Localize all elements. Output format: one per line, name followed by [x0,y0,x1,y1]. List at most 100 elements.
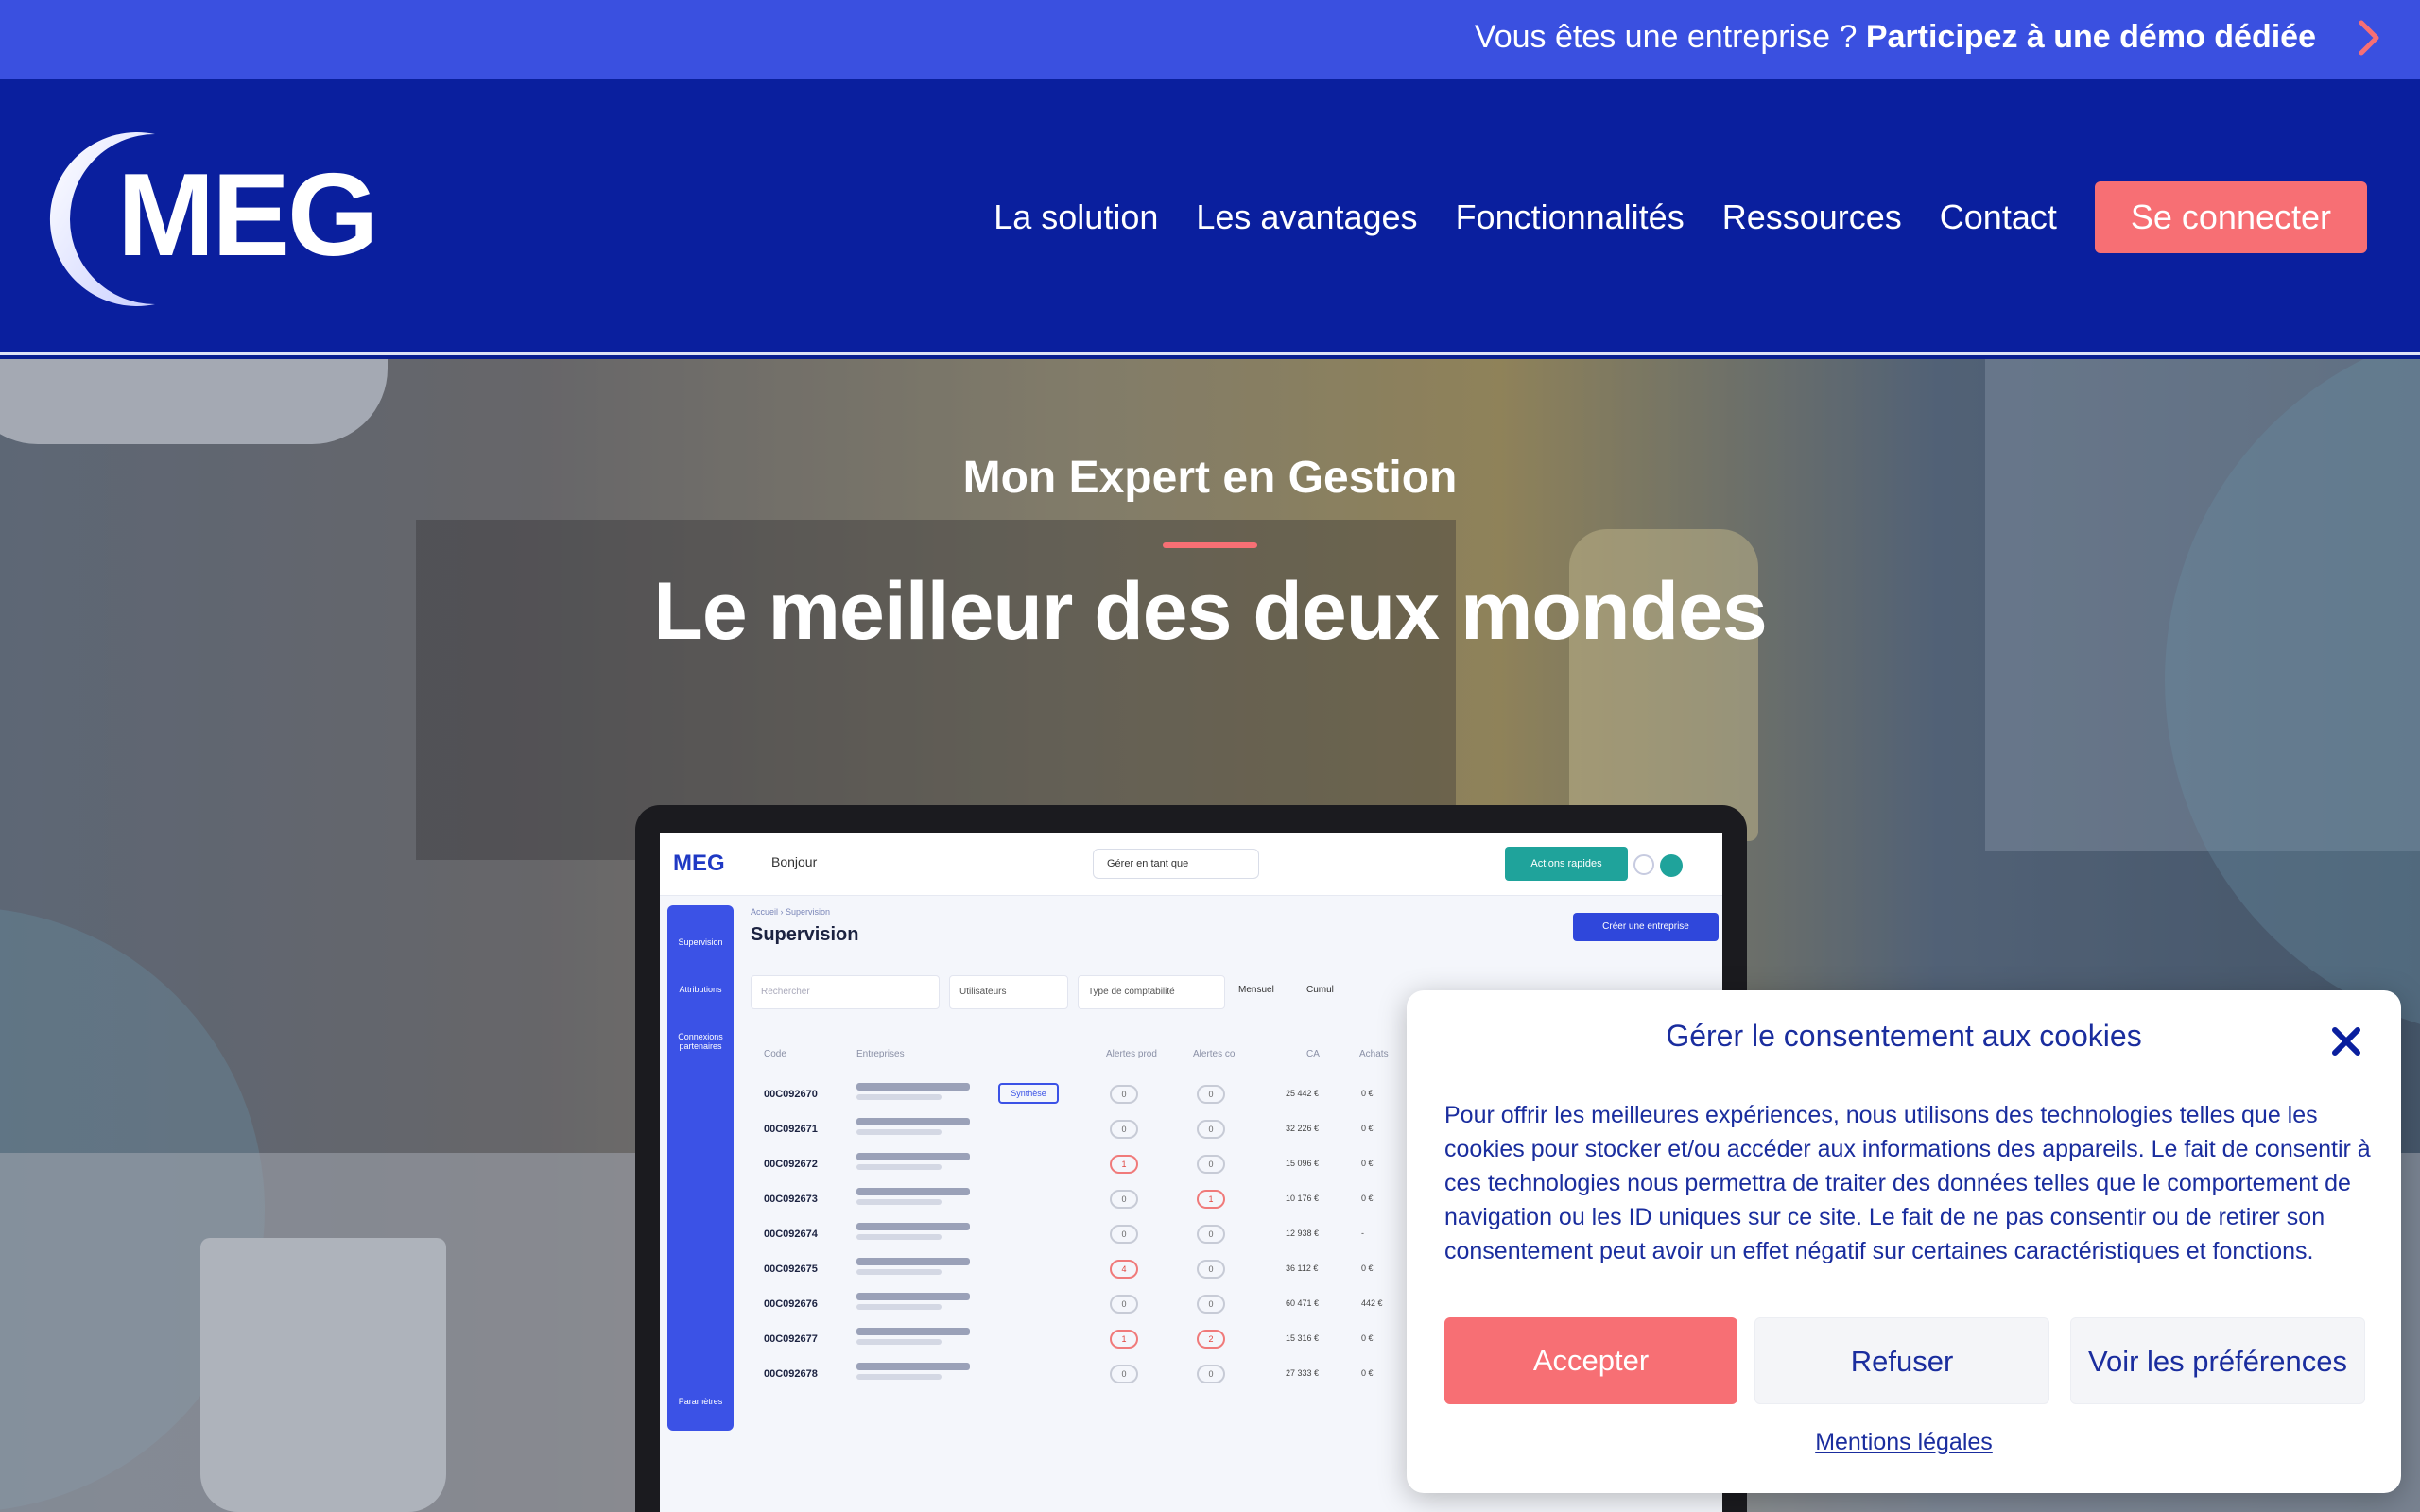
app-cell-company-name [856,1118,970,1125]
app-cell-company-sub [856,1164,942,1170]
app-alert-prod-pill: 0 [1110,1365,1138,1383]
app-radio-monthly: Mensuel [1238,985,1274,995]
app-cell-ca: 36 112 € [1286,1263,1319,1273]
app-cell-code: 00C092671 [764,1124,818,1135]
app-cell-company-sub [856,1199,942,1205]
app-cell-company-sub [856,1129,942,1135]
nav-ressources[interactable]: Ressources [1722,198,1902,237]
legal-notice-link[interactable]: Mentions légales [1407,1429,2401,1456]
app-alert-prod-pill: 0 [1110,1295,1138,1314]
app-cell-ca: 25 442 € [1286,1089,1320,1098]
app-logo: MEG [673,850,725,876]
app-cell-company-name [856,1258,970,1265]
app-cell-code: 00C092674 [764,1228,818,1240]
close-icon[interactable] [2329,1024,2363,1058]
demo-banner-link[interactable]: Vous êtes une entreprise ? Participez à … [1475,19,2316,56]
app-side-attributions: Attributions [679,985,722,994]
chevron-right-icon[interactable] [2350,17,2388,59]
app-notification-icon [1634,854,1654,875]
app-alert-co-pill: 0 [1197,1120,1225,1139]
login-button[interactable]: Se connecter [2094,181,2367,253]
app-alert-prod-pill: 0 [1110,1190,1138,1209]
hero-title: Le meilleur des deux mondes [653,566,1767,657]
app-cell-ca: 15 316 € [1286,1333,1320,1343]
app-cell-code: 00C092673 [764,1194,818,1205]
app-cell-company-sub [856,1269,942,1275]
accept-button[interactable]: Accepter [1444,1317,1737,1404]
app-cell-company-name [856,1328,970,1335]
app-cell-achats: 0 € [1361,1194,1374,1203]
app-col-code: Code [764,1049,786,1059]
app-accounting-filter: Type de comptabilité [1078,975,1225,1009]
app-cell-ca: 15 096 € [1286,1159,1320,1168]
app-alert-co-pill: 0 [1197,1295,1225,1314]
app-cell-company-name [856,1363,970,1370]
app-cell-company-name [856,1223,970,1230]
app-cell-company-sub [856,1304,942,1310]
main-nav: La solution Les avantages Fonctionnalité… [956,181,2367,253]
banner-cta-text[interactable]: Participez à une démo dédiée [1866,19,2316,55]
app-alert-co-pill: 2 [1197,1330,1225,1349]
app-alert-prod-pill: 1 [1110,1330,1138,1349]
app-alert-prod-pill: 4 [1110,1260,1138,1279]
app-cell-achats: 442 € [1361,1298,1383,1308]
app-cell-achats: 0 € [1361,1159,1374,1168]
app-alert-co-pill: 1 [1197,1190,1225,1209]
app-cell-achats: 0 € [1361,1263,1374,1273]
app-avatar [1660,854,1683,877]
app-cell-company-name [856,1188,970,1195]
nav-contact[interactable]: Contact [1940,198,2057,237]
app-alert-prod-pill: 0 [1110,1225,1138,1244]
top-banner: Vous êtes une entreprise ? Participez à … [0,0,2420,79]
app-side-connexions: Connexions partenaires [678,1032,723,1051]
app-greeting: Bonjour [771,854,818,869]
app-cell-ca: 10 176 € [1286,1194,1320,1203]
app-cell-achats: 0 € [1361,1089,1374,1098]
cookie-title: Gérer le consentement aux cookies [1666,1019,2142,1053]
app-col-achats: Achats [1359,1049,1389,1059]
app-cell-ca: 12 938 € [1286,1228,1320,1238]
app-col-alertes-co: Alertes co [1193,1049,1236,1059]
app-cell-ca: 32 226 € [1286,1124,1320,1133]
app-search-field: Rechercher [751,975,940,1009]
app-col-entreprises: Entreprises [856,1049,905,1059]
app-synthese-button: Synthèse [998,1083,1059,1104]
app-col-ca: CA [1306,1049,1320,1059]
app-breadcrumb: Accueil › Supervision [751,907,831,917]
app-cell-company-sub [856,1339,942,1345]
app-cell-company-sub [856,1234,942,1240]
app-cell-company-name [856,1293,970,1300]
app-alert-co-pill: 0 [1197,1260,1225,1279]
app-alert-prod-pill: 1 [1110,1155,1138,1174]
app-cell-company-name [856,1083,970,1091]
app-topbar: MEG Bonjour Gérer en tant que Actions ra… [660,833,1722,896]
hero-subtitle: Mon Expert en Gestion [962,453,1458,503]
app-cell-achats: 0 € [1361,1124,1374,1133]
app-create-button: Créer une entreprise [1573,913,1719,941]
logo-text: MEG [117,150,378,281]
app-alert-co-pill: 0 [1197,1155,1225,1174]
site-header: MEG La solution Les avantages Fonctionna… [0,79,2420,355]
app-side-parametres: Paramètres [678,1397,723,1406]
app-users-filter: Utilisateurs [949,975,1068,1009]
app-radio-cumulative: Cumul [1306,985,1334,995]
app-cell-company-name [856,1153,970,1160]
nav-fonctionnalites[interactable]: Fonctionnalités [1456,198,1685,237]
app-alert-co-pill: 0 [1197,1365,1225,1383]
refuse-button[interactable]: Refuser [1754,1317,2049,1404]
preferences-button[interactable]: Voir les préférences [2070,1317,2365,1404]
app-cell-achats: 0 € [1361,1333,1374,1343]
app-cell-code: 00C092672 [764,1159,818,1170]
nav-les-avantages[interactable]: Les avantages [1196,198,1417,237]
app-quick-actions: Actions rapides [1505,847,1628,881]
app-cell-company-sub [856,1094,942,1100]
app-alert-prod-pill: 0 [1110,1120,1138,1139]
cookie-consent-dialog: Gérer le consentement aux cookies Pour o… [1407,990,2401,1493]
app-cell-code: 00C092676 [764,1298,818,1310]
app-cell-code: 00C092675 [764,1263,818,1275]
nav-la-solution[interactable]: La solution [994,198,1158,237]
app-side-supervision: Supervision [678,937,723,947]
app-cell-code: 00C092670 [764,1089,818,1100]
app-page-title: Supervision [751,924,859,945]
meg-logo[interactable]: MEG [49,130,378,310]
